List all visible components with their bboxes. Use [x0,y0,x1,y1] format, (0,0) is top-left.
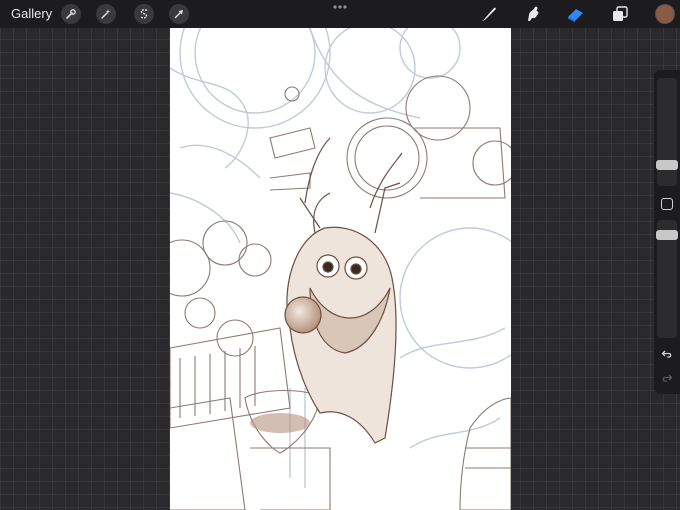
brush-opacity-slider[interactable] [656,220,678,338]
arrow-cursor-icon [174,10,183,19]
undo-icon [661,350,672,358]
sketch-artwork [170,28,511,510]
drawing-canvas[interactable] [170,28,511,510]
color-picker-button[interactable] [656,5,674,23]
smudge-finger-icon [528,6,539,21]
undo-button[interactable] [659,346,675,362]
adjustments-button[interactable] [96,4,116,24]
gallery-button[interactable]: Gallery [11,6,52,21]
smudge-button[interactable] [522,3,544,25]
redo-button[interactable] [659,370,675,386]
wrench-icon [66,9,76,19]
eraser-icon [568,9,583,23]
brush-button[interactable] [478,3,500,25]
brush-icon [482,7,496,21]
eraser-button[interactable] [565,3,587,25]
layers-button[interactable] [609,3,631,25]
brush-size-slider[interactable] [656,78,678,186]
transform-button[interactable] [169,4,189,24]
selection-s-icon [140,9,148,19]
actions-button[interactable] [61,4,81,24]
right-sidebar [654,70,680,394]
modify-button[interactable] [661,198,673,210]
redo-icon [662,374,673,382]
selection-button[interactable] [134,4,154,24]
brush-opacity-handle[interactable] [656,230,678,240]
magic-wand-icon [101,9,111,19]
more-dots-icon[interactable] [332,3,348,11]
layers-icon [613,6,628,21]
top-toolbar: Gallery [0,0,680,28]
brush-size-handle[interactable] [656,160,678,170]
